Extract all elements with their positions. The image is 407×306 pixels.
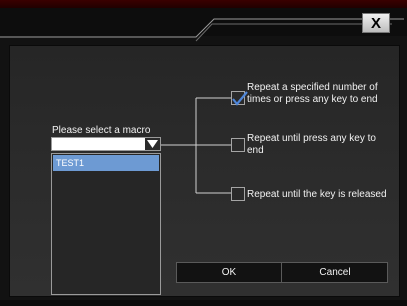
title-bar-frame bbox=[0, 18, 404, 42]
cancel-button[interactable]: Cancel bbox=[283, 263, 387, 282]
option-label-1-line2: times or press any key to end bbox=[247, 94, 378, 105]
option-checkbox-3[interactable] bbox=[231, 187, 245, 201]
button-divider bbox=[281, 263, 282, 282]
ok-button[interactable]: OK bbox=[177, 263, 281, 282]
option-label-2-line1: Repeat until press any key to bbox=[247, 133, 376, 144]
close-button[interactable]: X bbox=[362, 13, 390, 33]
option-label-1-line1: Repeat a specified number of bbox=[247, 82, 378, 93]
option-label-3-line1: Repeat until the key is released bbox=[247, 189, 387, 200]
macro-list[interactable]: TEST1 bbox=[51, 153, 161, 295]
button-bar: OK Cancel bbox=[176, 262, 388, 283]
macro-select-label: Please select a macro bbox=[52, 125, 151, 136]
option-label-3[interactable]: Repeat until the key is released bbox=[247, 189, 402, 201]
option-checkbox-1[interactable] bbox=[231, 91, 248, 106]
dropdown-arrow-icon[interactable] bbox=[145, 138, 160, 150]
bottom-edge bbox=[0, 300, 407, 306]
macro-select[interactable] bbox=[51, 137, 161, 151]
option-label-2-line2: end bbox=[247, 145, 264, 156]
option-label-2[interactable]: Repeat until press any key to end bbox=[247, 133, 397, 157]
option-checkbox-2[interactable] bbox=[231, 138, 245, 152]
option-label-1[interactable]: Repeat a specified number of times or pr… bbox=[247, 82, 397, 106]
macro-repeat-dialog: X Please select a macro TEST1 Repeat a s… bbox=[0, 0, 407, 306]
list-item[interactable]: TEST1 bbox=[53, 155, 159, 171]
